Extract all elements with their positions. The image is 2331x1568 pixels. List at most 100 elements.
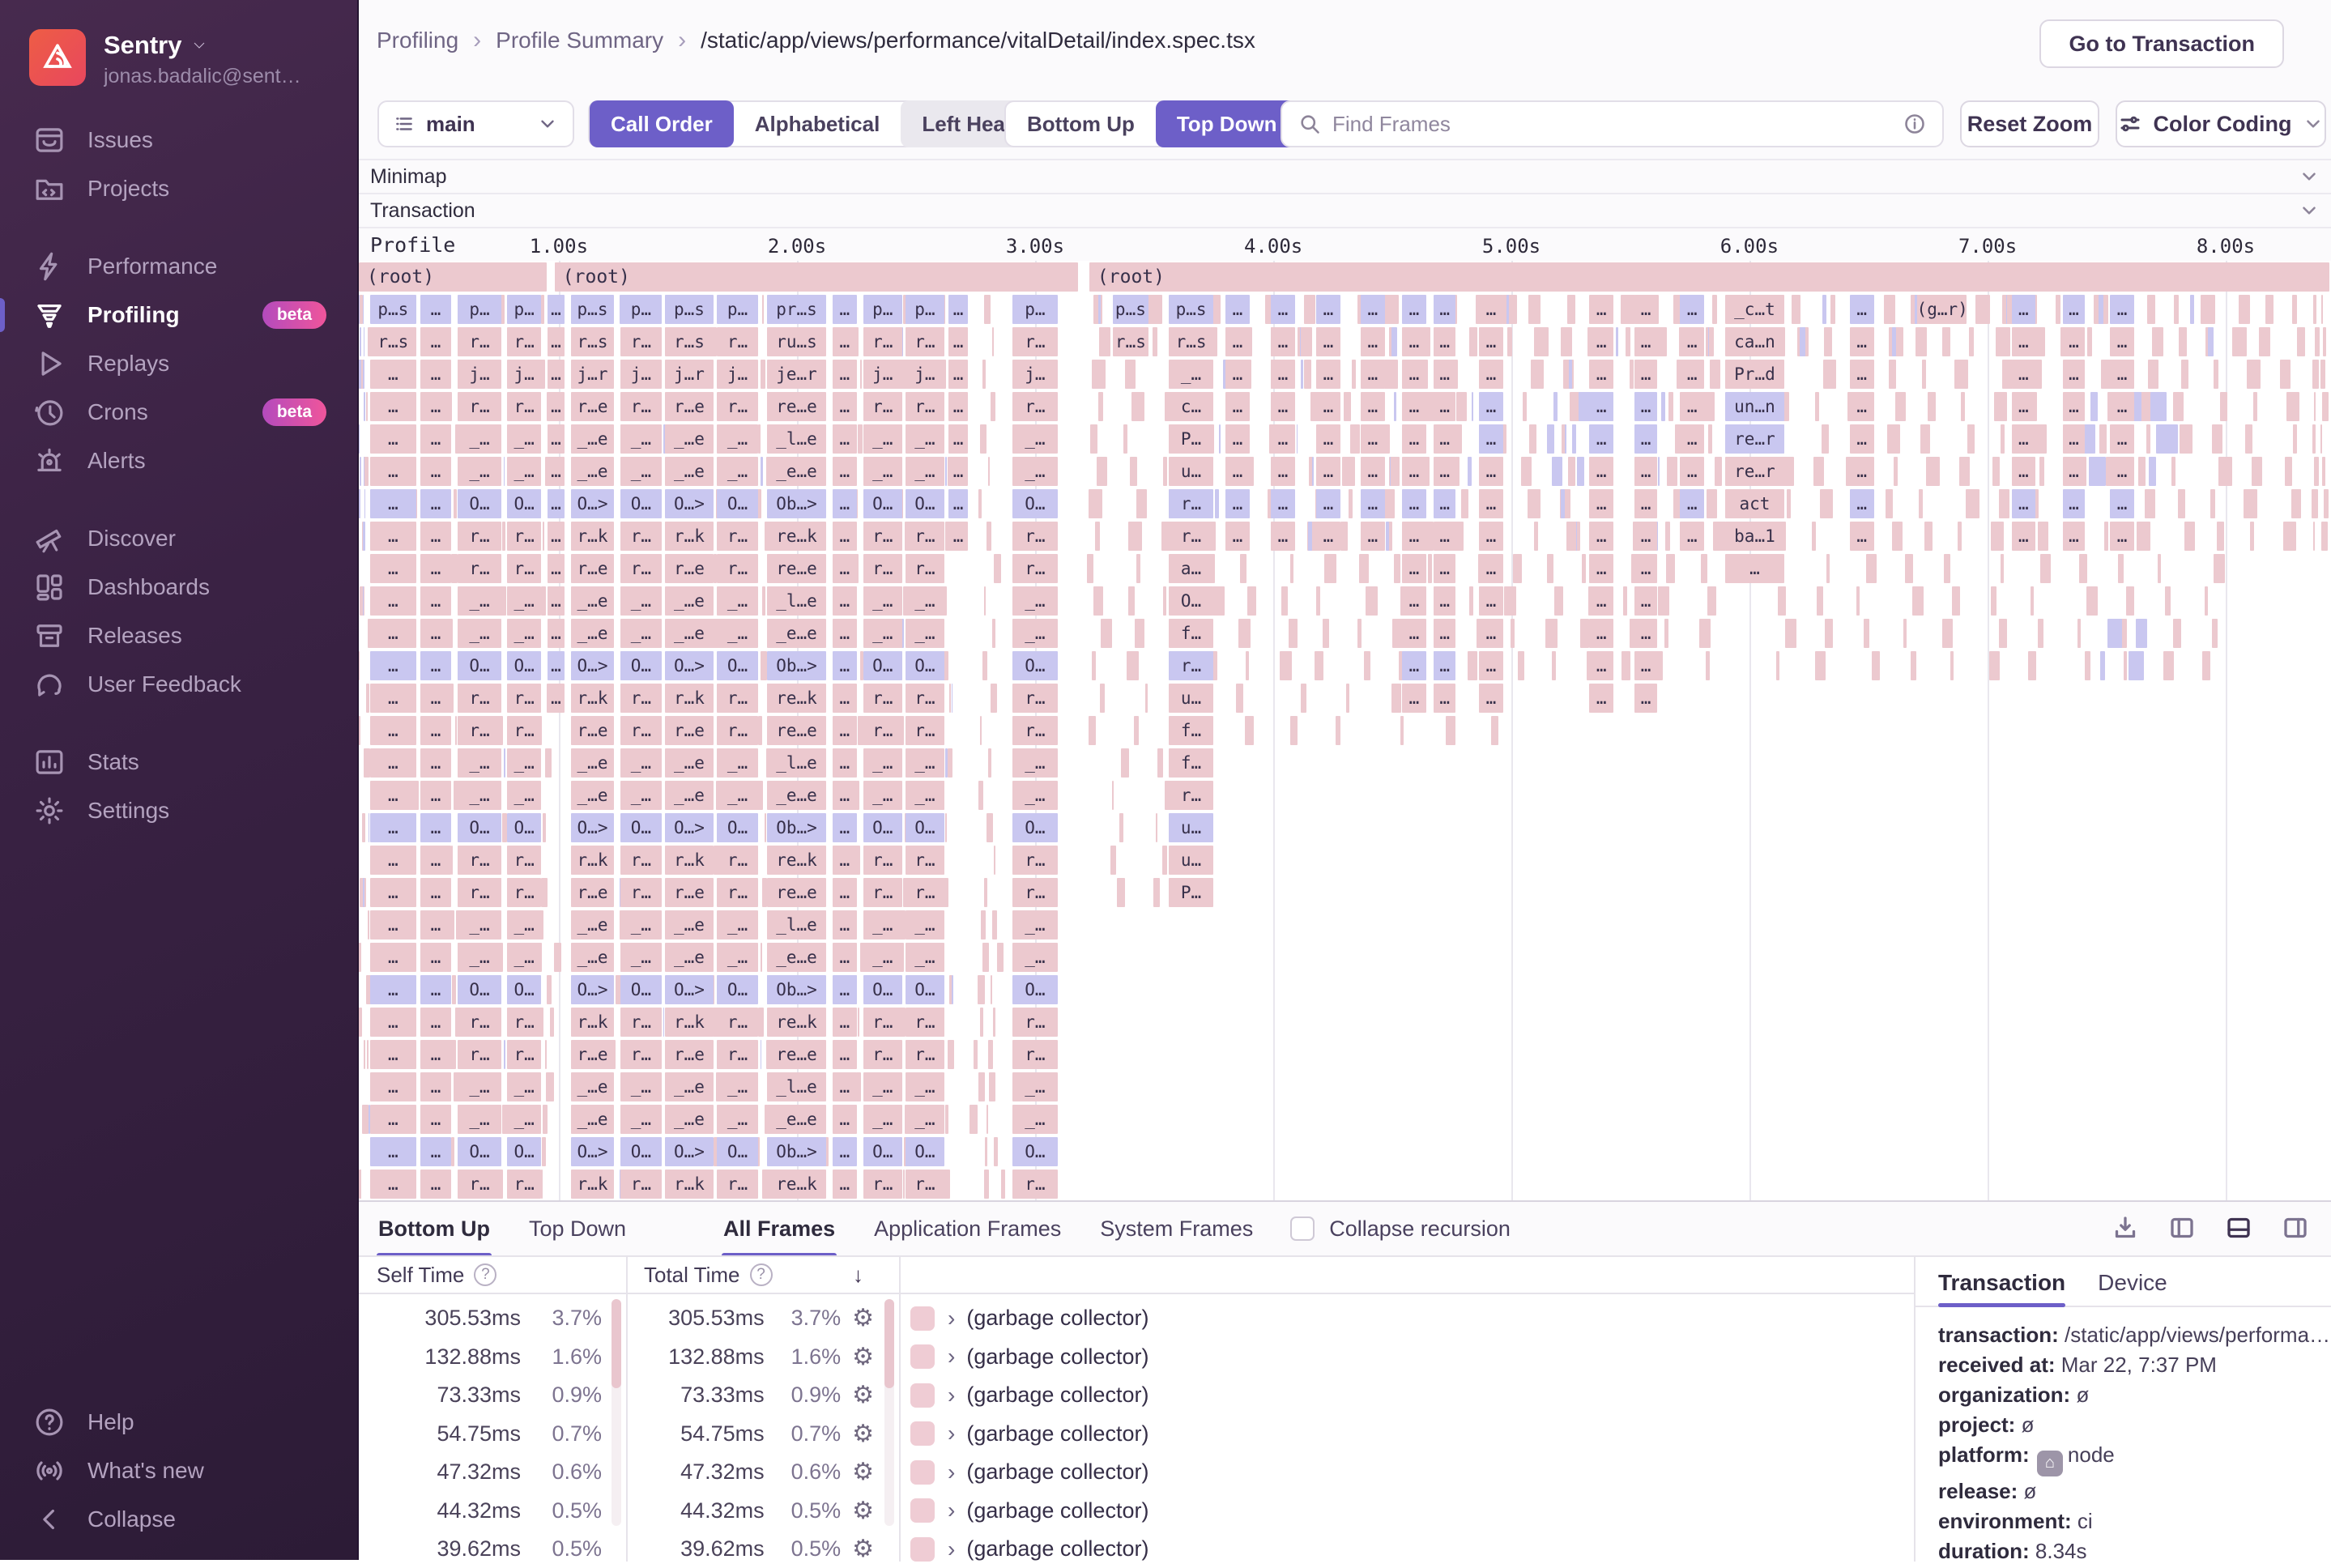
flame-cell[interactable]: [1456, 392, 1467, 421]
chevron-down-icon[interactable]: [2299, 200, 2320, 221]
flame-cell[interactable]: r…: [507, 684, 541, 713]
flame-cell[interactable]: _…: [458, 910, 501, 940]
flame-cell[interactable]: [504, 748, 505, 778]
flame-cell[interactable]: [1134, 716, 1139, 745]
flame-cell[interactable]: …: [833, 327, 857, 356]
flame-cell[interactable]: …: [833, 360, 857, 389]
sidebar-item-settings[interactable]: Settings: [0, 786, 359, 835]
flame-cell[interactable]: …: [1361, 489, 1385, 518]
flame-cell[interactable]: [1552, 457, 1562, 486]
dock-tab-application-frames[interactable]: Application Frames: [872, 1205, 1063, 1253]
flame-cell[interactable]: [546, 1072, 554, 1101]
flame-cell[interactable]: [1128, 522, 1142, 551]
flame-cell[interactable]: …: [548, 554, 565, 583]
flame-cell[interactable]: [761, 943, 762, 972]
flame-cell[interactable]: r…: [906, 716, 944, 745]
flame-cell[interactable]: re…k: [767, 522, 826, 551]
flame-cell[interactable]: [982, 651, 987, 680]
flame-cell[interactable]: _…e: [665, 748, 714, 778]
flame-cell[interactable]: [2158, 554, 2161, 583]
flame-cell[interactable]: …: [833, 392, 857, 421]
flame-cell[interactable]: …: [1850, 327, 1874, 356]
flame-cell[interactable]: [2001, 424, 2005, 454]
flame-cell[interactable]: …: [420, 878, 451, 907]
flame-cell[interactable]: [1469, 586, 1473, 616]
flame-cell[interactable]: [2090, 392, 2098, 421]
flame-cell[interactable]: [2321, 295, 2323, 324]
flame-cell[interactable]: _…e: [571, 1072, 614, 1101]
flame-cell[interactable]: O…: [906, 651, 944, 680]
table-row[interactable]: ›(garbage collector): [910, 1492, 1639, 1530]
flame-cell[interactable]: [2214, 554, 2224, 583]
flame-cell[interactable]: r…e: [665, 554, 714, 583]
flame-cell[interactable]: …: [1589, 489, 1613, 518]
flame-cell[interactable]: [1518, 651, 1524, 680]
flame-cell[interactable]: r…: [458, 522, 501, 551]
flame-cell[interactable]: …: [420, 748, 451, 778]
flame-cell[interactable]: un…n: [1725, 392, 1784, 421]
flame-cell[interactable]: r…s: [1113, 327, 1148, 356]
table-row[interactable]: 305.53ms3.7%: [367, 1299, 610, 1337]
flame-cell[interactable]: [1710, 360, 1720, 389]
flame-cell[interactable]: [1468, 457, 1472, 486]
flame-cell[interactable]: r…: [1012, 684, 1058, 713]
flame-cell[interactable]: [2152, 327, 2163, 356]
flame-cell[interactable]: _…: [906, 910, 944, 940]
flame-cell[interactable]: r…k: [665, 522, 714, 551]
flame-cell[interactable]: r…: [863, 554, 902, 583]
flame-cell[interactable]: [1316, 586, 1320, 616]
flame-cell[interactable]: [1289, 619, 1298, 648]
flame-cell[interactable]: …: [833, 424, 857, 454]
flame-cell[interactable]: [1994, 392, 2008, 421]
flame-cell[interactable]: [1954, 360, 1968, 389]
flame-cell[interactable]: …: [833, 522, 857, 551]
flame-cell[interactable]: _…: [1012, 424, 1058, 454]
flame-cell[interactable]: [2150, 392, 2167, 421]
flame-cell[interactable]: [1884, 295, 1895, 324]
flame-cell[interactable]: [364, 1040, 365, 1069]
flame-cell[interactable]: [761, 651, 767, 680]
flame-cell[interactable]: [2280, 360, 2291, 389]
flame-cell[interactable]: [765, 813, 766, 842]
flame-cell[interactable]: …: [1634, 327, 1656, 356]
flame-cell[interactable]: r…: [458, 327, 501, 356]
flame-cell[interactable]: …: [1225, 392, 1250, 421]
flame-cell[interactable]: _…e: [665, 424, 714, 454]
table-row[interactable]: ›(garbage collector): [910, 1338, 1639, 1376]
flame-cell[interactable]: …: [1680, 392, 1704, 421]
flame-cell[interactable]: [1812, 522, 1816, 551]
flame-cell[interactable]: [1886, 489, 1893, 518]
flame-cell[interactable]: …: [2063, 327, 2085, 356]
flame-cell[interactable]: …: [420, 457, 451, 486]
sidebar-item-alerts[interactable]: Alerts: [0, 437, 359, 485]
flame-cell[interactable]: [2181, 360, 2188, 389]
flame-cell[interactable]: _e…e: [767, 619, 826, 648]
flame-cell[interactable]: _…e: [665, 943, 714, 972]
expand-chevron-icon[interactable]: ›: [948, 1536, 955, 1562]
flame-cell[interactable]: …: [1850, 392, 1874, 421]
flame-cell[interactable]: …: [1434, 554, 1455, 583]
flame-cell[interactable]: r…: [906, 846, 944, 875]
flame-cell[interactable]: [1567, 295, 1575, 324]
flame-cell[interactable]: [1583, 392, 1584, 421]
flame-cell[interactable]: O…: [717, 651, 758, 680]
flame-cell[interactable]: r…e: [571, 716, 614, 745]
flame-cell[interactable]: …: [833, 943, 857, 972]
flame-cell[interactable]: [948, 1040, 954, 1069]
flame-cell[interactable]: _…: [717, 619, 758, 648]
flame-cell[interactable]: …: [2012, 392, 2036, 421]
flame-cell[interactable]: [1131, 392, 1145, 421]
flame-cell[interactable]: [2291, 489, 2302, 518]
flame-cell[interactable]: _…: [906, 586, 944, 616]
flame-cell[interactable]: re…r: [1725, 457, 1784, 486]
flame-cell[interactable]: …: [420, 1040, 451, 1069]
flame-cell[interactable]: [2292, 295, 2297, 324]
flame-cell[interactable]: [1308, 522, 1312, 551]
find-frames-search[interactable]: [1281, 100, 1944, 147]
flame-cell[interactable]: …: [1434, 360, 1455, 389]
flame-cell[interactable]: [1290, 554, 1294, 583]
flame-cell[interactable]: _…e: [665, 1072, 714, 1101]
flame-cell[interactable]: …: [2110, 392, 2134, 421]
flame-cell[interactable]: …: [1680, 489, 1704, 518]
table-row[interactable]: 47.32ms0.6%⚙: [634, 1453, 885, 1491]
